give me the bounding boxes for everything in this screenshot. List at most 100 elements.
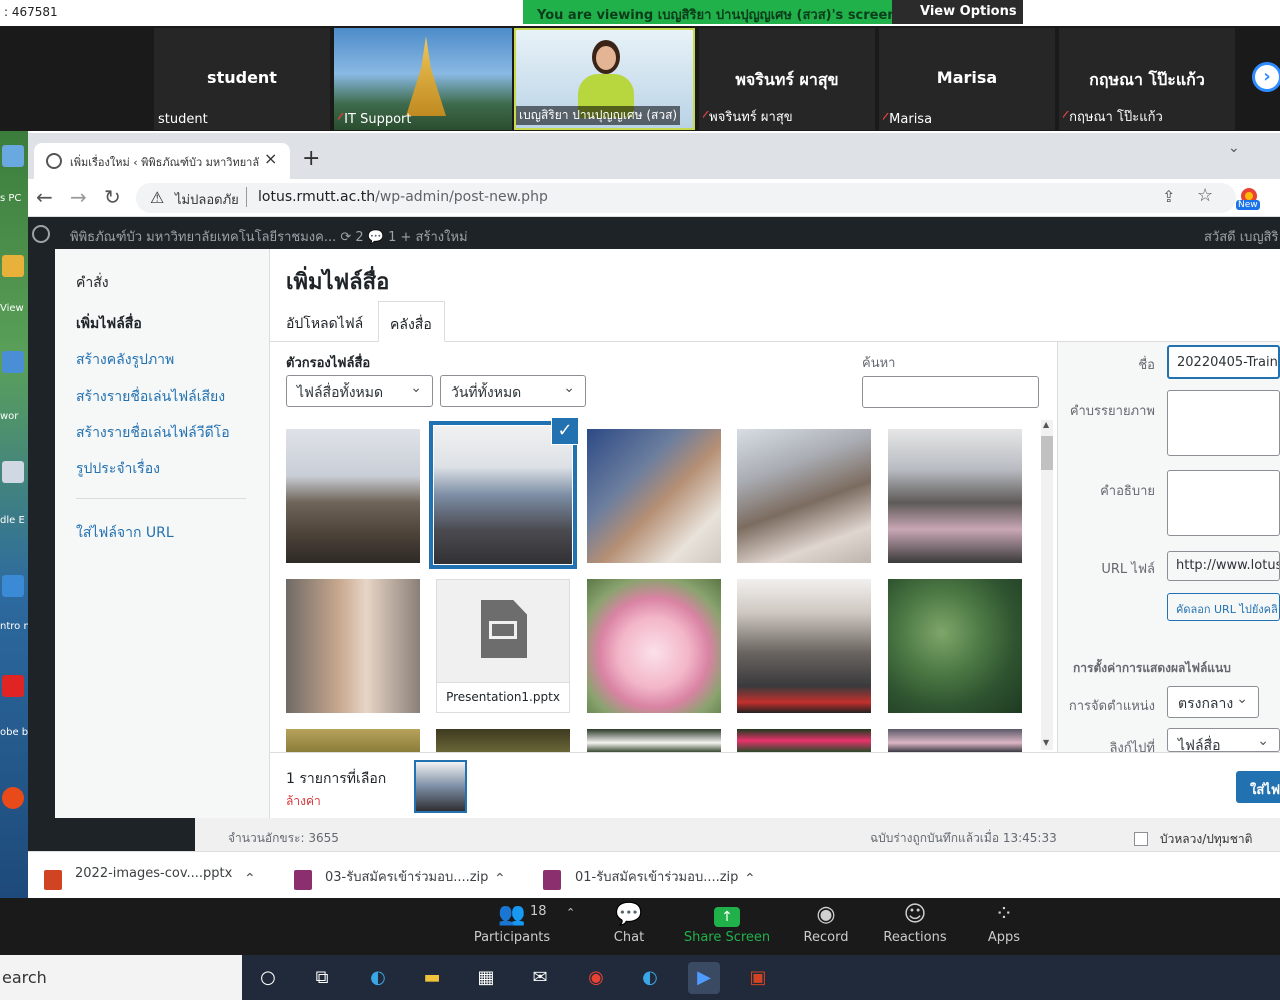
- menu-create-audio-playlist[interactable]: สร้างรายชื่อเล่นไฟล์เสียง: [76, 386, 225, 408]
- media-thumbnail-selected[interactable]: [429, 421, 577, 569]
- chevron-up-icon[interactable]: ⌃: [744, 871, 756, 887]
- media-thumbnail[interactable]: [737, 429, 871, 563]
- media-file-presentation[interactable]: Presentation1.pptx: [436, 579, 570, 713]
- chat-button[interactable]: 💬 Chat: [584, 902, 674, 945]
- warning-icon[interactable]: ⚠: [150, 188, 164, 207]
- tab-media-library[interactable]: คลังสื่อ: [378, 301, 445, 342]
- not-secure-label[interactable]: ไม่ปลอดภัย: [175, 189, 239, 210]
- apps-button[interactable]: ⁘ Apps: [959, 902, 1049, 945]
- bookmark-star-icon[interactable]: ☆: [1197, 185, 1213, 206]
- share-screen-icon: ↑: [714, 907, 740, 927]
- link-to-select[interactable]: ไฟล์สื่อ ⌄: [1167, 728, 1280, 754]
- media-search-input[interactable]: [862, 376, 1039, 408]
- description-textarea[interactable]: [1167, 470, 1280, 536]
- download-item[interactable]: 03-รับสมัครเข้าร่วมอบ....zip: [325, 866, 488, 887]
- scrollbar-thumb[interactable]: [1041, 436, 1053, 470]
- media-thumbnail[interactable]: [888, 579, 1022, 713]
- display-settings-heading: การตั้งค่าการแสดงผลไฟล์แนบ: [1073, 661, 1231, 675]
- download-item[interactable]: 01-รับสมัครเข้าร่วมอบ....zip: [575, 866, 738, 887]
- url-text[interactable]: lotus.rmutt.ac.th/wp-admin/post-new.php: [258, 189, 548, 205]
- selected-media-thumbnail[interactable]: [414, 760, 467, 813]
- search-label: ค้นหา: [862, 356, 896, 371]
- scroll-up-icon[interactable]: ▲: [1043, 420, 1049, 429]
- attachment-title-input[interactable]: 20220405-Trainn: [1167, 345, 1280, 379]
- view-options-button[interactable]: View Options ⌄: [892, 0, 1032, 24]
- file-url-field[interactable]: http://www.lotus: [1167, 551, 1280, 581]
- store-icon[interactable]: ▦: [470, 962, 502, 994]
- participant-tile-pacharin[interactable]: พจรินทร์ ผาสุข ⁄ พจรินทร์ ผาสุข: [699, 28, 875, 130]
- selected-check-icon[interactable]: ✓: [552, 418, 578, 444]
- media-thumbnail[interactable]: [286, 429, 420, 563]
- task-view-icon[interactable]: ⧉: [306, 962, 338, 994]
- copy-url-button[interactable]: คัดลอก URL ไปยังคลิ: [1167, 593, 1280, 621]
- menu-add-media[interactable]: เพิ่มไฟล์สื่อ: [76, 313, 142, 335]
- file-url-label: URL ไฟล์: [1101, 562, 1155, 577]
- participant-tile-marisa[interactable]: Marisa ⁄ Marisa: [879, 28, 1055, 130]
- media-thumbnail[interactable]: [888, 729, 1022, 752]
- zoom-app-icon[interactable]: ▶: [688, 962, 720, 994]
- wordpress-logo-icon[interactable]: [32, 225, 50, 243]
- participants-count: 18: [530, 904, 547, 919]
- tab-upload-files[interactable]: อัปโหลดไฟล์: [286, 313, 363, 335]
- powerpoint-file-icon: [44, 870, 62, 890]
- tab-search-chevron-icon[interactable]: ⌄: [1228, 140, 1240, 156]
- muted-mic-icon: ⁄: [1063, 110, 1066, 125]
- file-explorer-icon[interactable]: ▬: [416, 962, 448, 994]
- record-button[interactable]: ◉ Record: [781, 902, 871, 945]
- temple-logo-image: [406, 36, 446, 116]
- media-thumbnail[interactable]: [436, 729, 570, 752]
- menu-create-gallery[interactable]: สร้างคลังรูปภาพ: [76, 349, 174, 371]
- edge-icon[interactable]: ◐: [634, 962, 666, 994]
- media-thumbnail[interactable]: [587, 729, 721, 752]
- wp-admin-bar-site[interactable]: พิพิธภัณฑ์บัว มหาวิทยาลัยเทคโนโลยีราชมงค…: [70, 226, 468, 247]
- menu-create-video-playlist[interactable]: สร้างรายชื่อเล่นไฟล์วีดีโอ: [76, 422, 230, 444]
- reload-icon[interactable]: ↻: [104, 185, 121, 209]
- mail-icon[interactable]: ✉: [524, 962, 556, 994]
- chevron-up-icon[interactable]: ⌃: [244, 871, 256, 887]
- media-thumbnail[interactable]: [587, 429, 721, 563]
- media-thumbnail[interactable]: [737, 579, 871, 713]
- filter-heading: ตัวกรองไฟล์สื่อ: [286, 356, 371, 371]
- cortana-icon[interactable]: ○: [252, 962, 284, 994]
- clear-selection-link[interactable]: ล้างค่า: [286, 792, 321, 811]
- media-thumbnail[interactable]: [286, 729, 420, 752]
- forward-icon[interactable]: →: [70, 185, 87, 209]
- category-checkbox[interactable]: [1134, 832, 1148, 846]
- media-type-filter-select[interactable]: ไฟล์สื่อทั้งหมด ⌄: [286, 375, 433, 407]
- menu-featured-image[interactable]: รูปประจำเรื่อง: [76, 458, 160, 480]
- insert-into-post-button[interactable]: ใส่ไฟ: [1236, 771, 1280, 803]
- acrobat-icon: [2, 675, 24, 697]
- reactions-button[interactable]: ☺ Reactions: [870, 902, 960, 945]
- participant-tile-kritsana[interactable]: กฤษณา โป๊ะแก้ว ⁄ กฤษณา โป๊ะแก้ว: [1059, 28, 1235, 130]
- chevron-down-icon: ⌄: [1236, 691, 1248, 707]
- share-icon[interactable]: ⇪: [1162, 187, 1175, 206]
- wp-admin-bar-greeting[interactable]: สวัสดี เบญสิริ: [1204, 226, 1278, 247]
- chevron-up-icon[interactable]: ⌃: [494, 871, 506, 887]
- powerpoint-app-icon[interactable]: ▣: [742, 962, 774, 994]
- muted-mic-icon: ⁄: [883, 112, 886, 127]
- participant-tile-it-support[interactable]: ⁄ IT Support: [334, 28, 512, 130]
- scroll-down-icon[interactable]: ▼: [1043, 738, 1049, 747]
- media-thumbnail[interactable]: [737, 729, 871, 752]
- chrome-icon[interactable]: ◉: [580, 962, 612, 994]
- media-thumbnail[interactable]: [286, 579, 420, 713]
- download-item[interactable]: 2022-images-cov....pptx: [75, 866, 232, 881]
- edge-icon[interactable]: ◐: [362, 962, 394, 994]
- participant-name: Marisa: [936, 68, 998, 87]
- next-participants-arrow-icon[interactable]: ›: [1252, 62, 1280, 92]
- participant-tile-presenter[interactable]: เบญสิริยา ปานปุญญเศษ (สวส): [514, 28, 695, 130]
- date-filter-select[interactable]: วันที่ทั้งหมด ⌄: [440, 375, 586, 407]
- participant-tile-student[interactable]: student student: [154, 28, 330, 130]
- caption-textarea[interactable]: [1167, 390, 1280, 456]
- media-thumbnail[interactable]: [888, 429, 1022, 563]
- new-tab-icon[interactable]: +: [302, 146, 320, 171]
- menu-insert-from-url[interactable]: ใส่ไฟล์จาก URL: [76, 522, 174, 544]
- share-screen-button[interactable]: ↑ Share Screen: [682, 902, 772, 945]
- media-thumbnail[interactable]: [587, 579, 721, 713]
- apps-icon: ⁘: [994, 902, 1014, 927]
- chevron-up-icon[interactable]: ⌃: [566, 906, 575, 919]
- creative-cloud-icon: [2, 787, 24, 809]
- close-tab-icon[interactable]: ×: [264, 149, 277, 168]
- back-icon[interactable]: ←: [36, 185, 53, 209]
- alignment-select[interactable]: ตรงกลาง ⌄: [1167, 686, 1259, 718]
